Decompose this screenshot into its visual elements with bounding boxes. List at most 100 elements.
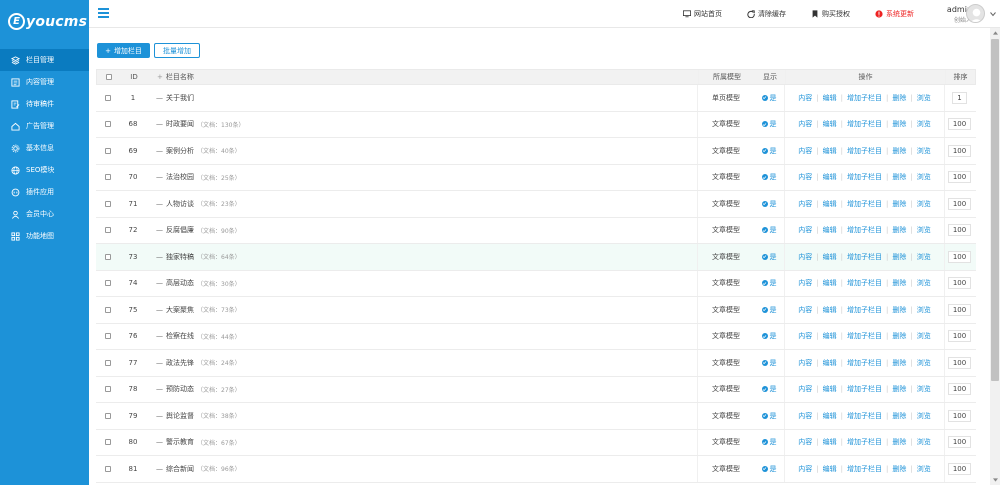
sort-input[interactable]: 100 [947, 409, 972, 422]
chevron-down-icon[interactable] [990, 11, 996, 17]
row-show[interactable]: 是 [754, 377, 784, 403]
browse-link[interactable]: 浏览 [917, 93, 931, 103]
sort-input[interactable]: 100 [947, 436, 972, 449]
sidebar-item[interactable]: 待审稿件 [0, 93, 89, 115]
sort-input[interactable]: 100 [947, 277, 972, 290]
sort-input[interactable]: 100 [947, 462, 972, 475]
edit-link[interactable]: 编辑 [823, 464, 837, 474]
sort-input[interactable]: 1 [952, 91, 967, 104]
add-subcolumn-link[interactable]: 增加子栏目 [847, 278, 882, 288]
delete-link[interactable]: 删除 [892, 411, 906, 421]
add-subcolumn-link[interactable]: 增加子栏目 [847, 464, 882, 474]
sort-input[interactable]: 100 [947, 171, 972, 184]
row-checkbox[interactable] [105, 253, 111, 260]
sidebar-item[interactable]: 会员中心 [0, 203, 89, 225]
row-checkbox[interactable] [105, 147, 111, 154]
content-link[interactable]: 内容 [798, 437, 812, 447]
add-subcolumn-link[interactable]: 增加子栏目 [847, 252, 882, 262]
edit-link[interactable]: 编辑 [823, 278, 837, 288]
edit-link[interactable]: 编辑 [823, 199, 837, 209]
row-checkbox[interactable] [105, 386, 111, 393]
logo[interactable]: E youcms [0, 0, 89, 43]
row-show[interactable]: 是 [754, 85, 784, 111]
avatar[interactable] [966, 4, 985, 23]
sidebar-item[interactable]: 内容管理 [0, 71, 89, 93]
add-subcolumn-link[interactable]: 增加子栏目 [847, 146, 882, 156]
sort-input[interactable]: 100 [947, 303, 972, 316]
browse-link[interactable]: 浏览 [917, 464, 931, 474]
row-show[interactable]: 是 [754, 271, 784, 297]
browse-link[interactable]: 浏览 [917, 384, 931, 394]
add-subcolumn-link[interactable]: 增加子栏目 [847, 437, 882, 447]
add-subcolumn-link[interactable]: 增加子栏目 [847, 331, 882, 341]
scroll-up-arrow-icon[interactable] [990, 28, 1000, 38]
edit-link[interactable]: 编辑 [823, 252, 837, 262]
edit-link[interactable]: 编辑 [823, 358, 837, 368]
content-link[interactable]: 内容 [798, 411, 812, 421]
row-checkbox[interactable] [105, 174, 111, 181]
sort-input[interactable]: 100 [947, 383, 972, 396]
delete-link[interactable]: 删除 [892, 146, 906, 156]
sidebar-item[interactable]: 广告管理 [0, 115, 89, 137]
browse-link[interactable]: 浏览 [917, 305, 931, 315]
content-link[interactable]: 内容 [798, 172, 812, 182]
sort-input[interactable]: 100 [947, 224, 972, 237]
content-link[interactable]: 内容 [798, 146, 812, 156]
site-home-link[interactable]: 网站首页 [683, 9, 722, 19]
row-checkbox[interactable] [105, 333, 111, 340]
add-subcolumn-link[interactable]: 增加子栏目 [847, 93, 882, 103]
delete-link[interactable]: 删除 [892, 331, 906, 341]
row-checkbox[interactable] [105, 280, 111, 287]
browse-link[interactable]: 浏览 [917, 278, 931, 288]
page-scrollbar[interactable] [990, 28, 1000, 485]
row-checkbox[interactable] [105, 412, 111, 419]
content-link[interactable]: 内容 [798, 305, 812, 315]
browse-link[interactable]: 浏览 [917, 199, 931, 209]
row-show[interactable]: 是 [754, 191, 784, 217]
content-link[interactable]: 内容 [798, 384, 812, 394]
content-link[interactable]: 内容 [798, 464, 812, 474]
row-show[interactable]: 是 [754, 138, 784, 164]
edit-link[interactable]: 编辑 [823, 331, 837, 341]
row-checkbox[interactable] [105, 306, 111, 313]
row-show[interactable]: 是 [754, 324, 784, 350]
sidebar-item[interactable]: 插件应用 [0, 181, 89, 203]
delete-link[interactable]: 删除 [892, 384, 906, 394]
content-link[interactable]: 内容 [798, 331, 812, 341]
delete-link[interactable]: 删除 [892, 199, 906, 209]
row-show[interactable]: 是 [754, 456, 784, 482]
delete-link[interactable]: 删除 [892, 93, 906, 103]
sort-input[interactable]: 100 [947, 250, 972, 263]
add-subcolumn-link[interactable]: 增加子栏目 [847, 225, 882, 235]
edit-link[interactable]: 编辑 [823, 146, 837, 156]
edit-link[interactable]: 编辑 [823, 437, 837, 447]
buy-license-link[interactable]: 购买授权 [811, 9, 850, 19]
delete-link[interactable]: 删除 [892, 437, 906, 447]
delete-link[interactable]: 删除 [892, 119, 906, 129]
row-checkbox[interactable] [105, 439, 111, 446]
edit-link[interactable]: 编辑 [823, 305, 837, 315]
scroll-thumb[interactable] [991, 39, 999, 381]
browse-link[interactable]: 浏览 [917, 172, 931, 182]
sidebar-item[interactable]: 栏目管理 [0, 49, 89, 71]
row-show[interactable]: 是 [754, 297, 784, 323]
add-subcolumn-link[interactable]: 增加子栏目 [847, 172, 882, 182]
sort-input[interactable]: 100 [947, 118, 972, 131]
delete-link[interactable]: 删除 [892, 252, 906, 262]
row-checkbox[interactable] [105, 121, 111, 128]
delete-link[interactable]: 删除 [892, 225, 906, 235]
add-subcolumn-link[interactable]: 增加子栏目 [847, 358, 882, 368]
row-show[interactable]: 是 [754, 403, 784, 429]
row-checkbox[interactable] [105, 465, 111, 472]
content-link[interactable]: 内容 [798, 199, 812, 209]
row-show[interactable]: 是 [754, 350, 784, 376]
sort-input[interactable]: 100 [947, 330, 972, 343]
delete-link[interactable]: 删除 [892, 278, 906, 288]
content-link[interactable]: 内容 [798, 119, 812, 129]
browse-link[interactable]: 浏览 [917, 411, 931, 421]
delete-link[interactable]: 删除 [892, 464, 906, 474]
menu-toggle-icon[interactable] [98, 8, 109, 18]
clear-cache-link[interactable]: 清除缓存 [747, 9, 786, 19]
browse-link[interactable]: 浏览 [917, 437, 931, 447]
content-link[interactable]: 内容 [798, 358, 812, 368]
